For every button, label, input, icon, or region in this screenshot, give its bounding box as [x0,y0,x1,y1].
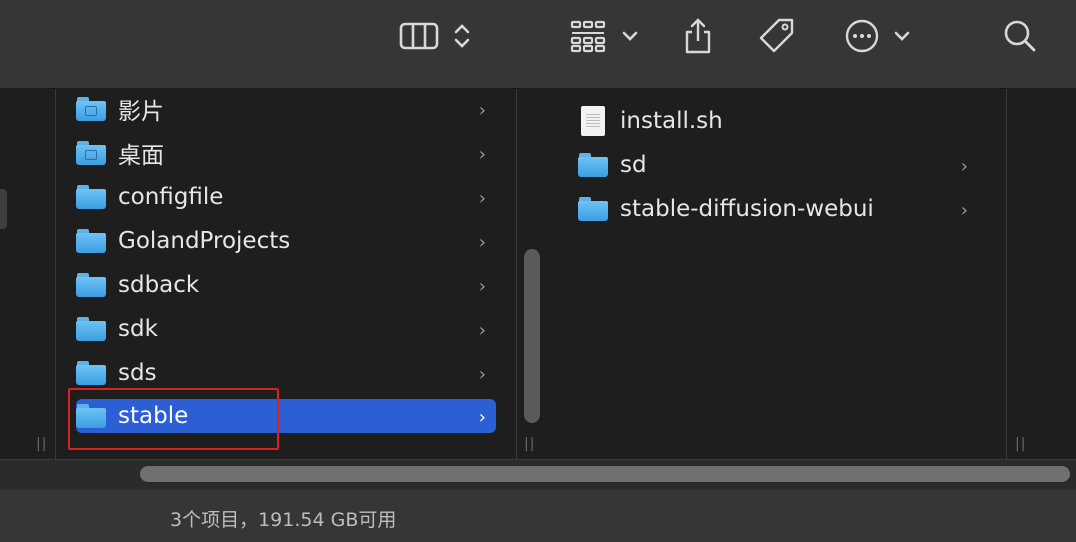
column-resize-handle[interactable]: || [36,436,47,452]
list-item[interactable]: sds › [76,356,496,390]
chevron-right-icon: › [478,320,486,341]
desktop-folder-icon [76,141,106,165]
list-item[interactable]: sd › [578,148,998,182]
item-label: configfile [118,184,224,210]
list-item[interactable]: 影片 › [76,92,496,126]
grid-group-icon[interactable] [566,14,610,58]
ellipsis-circle-icon[interactable] [842,14,882,58]
chevron-right-icon: › [478,276,486,297]
item-label: stable-diffusion-webui [620,196,874,222]
status-bar: 3个项目，191.54 GB可用 [0,490,1076,542]
item-label: sd [620,152,647,178]
chevron-right-icon: › [478,188,486,209]
status-text: 3个项目，191.54 GB可用 [170,509,397,531]
item-label: 影片 [118,99,164,125]
search-icon[interactable] [1000,14,1040,58]
chevron-right-icon: › [478,232,486,253]
list-item[interactable]: 桌面 › [76,136,496,170]
item-label: install.sh [620,108,723,134]
item-label: sdback [118,272,200,298]
vertical-scrollbar[interactable] [524,249,540,423]
toolbar [0,0,1076,89]
folder-icon [76,229,106,253]
column-stable: install.sh sd › stable-diffusion-webui › [546,89,1007,459]
chevron-right-icon: › [960,156,968,177]
highlight-annotation [68,388,279,450]
share-icon[interactable] [678,14,718,58]
list-item[interactable]: configfile › [76,180,496,214]
previous-column [0,89,56,459]
item-label: 桌面 [118,143,164,169]
chevron-right-icon: › [960,200,968,221]
chevron-right-icon: › [478,144,486,165]
folder-icon [76,273,106,297]
list-item[interactable]: stable-diffusion-webui › [578,192,998,226]
folder-icon [578,197,608,221]
columns-view-icon[interactable] [396,14,442,58]
list-item[interactable]: sdk › [76,312,496,346]
column-resize-handle[interactable]: || [1015,436,1026,452]
tag-icon[interactable] [754,14,800,58]
chevron-right-icon: › [478,407,486,428]
chevron-right-icon: › [478,364,486,385]
folder-icon [578,153,608,177]
chevron-down-icon[interactable] [618,14,642,58]
item-label: sds [118,360,157,386]
chevron-right-icon: › [478,100,486,121]
horizontal-scrollbar-thumb[interactable] [140,466,1070,482]
column-resize-handle[interactable]: || [524,436,535,452]
folder-icon [76,185,106,209]
list-item[interactable]: sdback › [76,268,496,302]
folder-icon [76,317,106,341]
column-handle[interactable] [0,189,7,229]
shell-script-file-icon [581,106,605,136]
chevron-down-icon[interactable] [890,14,914,58]
item-label: sdk [118,316,158,342]
empty-column [1007,89,1076,459]
movies-folder-icon [76,97,106,121]
up-down-chevron-icon[interactable] [448,14,476,58]
list-item[interactable]: GolandProjects › [76,224,496,258]
item-label: GolandProjects [118,228,291,254]
list-item[interactable]: install.sh [578,104,998,138]
folder-icon [76,361,106,385]
